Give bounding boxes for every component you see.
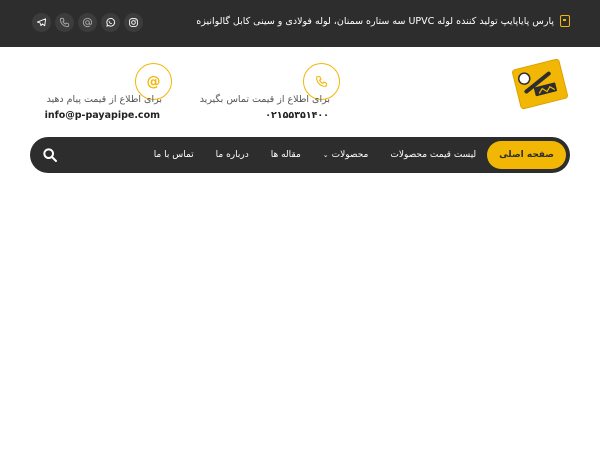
nav-item-about[interactable]: درباره ما	[205, 141, 260, 169]
email-address[interactable]: info@p-payapipe.com	[45, 110, 160, 121]
phone-icon[interactable]	[55, 13, 74, 32]
nav-item-articles[interactable]: مقاله ها	[260, 141, 312, 169]
email-title: برای اطلاع از قیمت پیام دهید	[46, 94, 162, 105]
phone-title: برای اطلاع از قیمت تماس بگیرید	[199, 94, 330, 105]
telegram-icon[interactable]	[32, 13, 51, 32]
nav-item-home[interactable]: صفحه اصلی	[487, 141, 566, 169]
nav-item-price-list[interactable]: لیست قیمت محصولات	[379, 141, 487, 169]
instagram-icon[interactable]	[124, 13, 143, 32]
social-links	[32, 13, 143, 32]
nav-label: تماس با ما	[153, 150, 194, 160]
phone-number[interactable]: ۰۲۱۵۵۳۵۱۴۰۰	[265, 110, 329, 121]
nav-label: مقاله ها	[270, 150, 301, 160]
at-glyph: @	[146, 73, 161, 90]
nav-label: درباره ما	[215, 150, 249, 160]
nav-item-products[interactable]: محصولات ⌄	[312, 141, 380, 169]
nav-label: صفحه اصلی	[499, 150, 554, 160]
whatsapp-icon[interactable]	[101, 13, 120, 32]
email-icon[interactable]	[78, 13, 97, 32]
document-icon	[560, 15, 570, 27]
chevron-down-icon: ⌄	[322, 151, 329, 159]
nav-label: محصولات	[331, 150, 369, 160]
header	[0, 47, 600, 135]
nav-menu: صفحه اصلی لیست قیمت محصولات محصولات ⌄ مقا…	[143, 141, 566, 169]
nav-item-contact[interactable]: تماس با ما	[143, 141, 205, 169]
site-logo[interactable]	[511, 58, 569, 110]
tagline-text: پارس پایاپایپ تولید کننده لوله UPVC سه س…	[196, 15, 554, 27]
tagline: پارس پایاپایپ تولید کننده لوله UPVC سه س…	[196, 15, 570, 27]
search-icon[interactable]	[42, 147, 58, 163]
main-navigation: صفحه اصلی لیست قیمت محصولات محصولات ⌄ مقا…	[30, 137, 570, 173]
top-bar: پارس پایاپایپ تولید کننده لوله UPVC سه س…	[0, 0, 600, 47]
nav-label: لیست قیمت محصولات	[390, 150, 477, 160]
